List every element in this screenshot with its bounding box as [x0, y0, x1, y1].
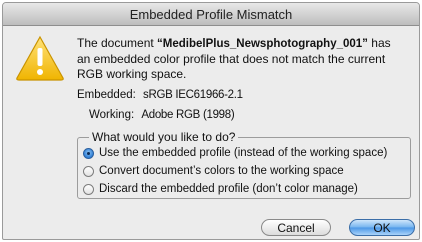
embedded-row: Embedded: sRGB IEC61966-2.1	[77, 89, 243, 101]
working-label: Working:	[89, 109, 135, 121]
option-discard[interactable]: Discard the embedded profile (don’t colo…	[83, 183, 358, 195]
option-label: Discard the embedded profile (don’t colo…	[99, 183, 358, 195]
option-label: Convert document’s colors to the working…	[99, 165, 344, 177]
option-use-embedded[interactable]: Use the embedded profile (instead of the…	[83, 147, 387, 159]
working-row: Working: Adobe RGB (1998)	[89, 109, 235, 121]
radio-selected-icon[interactable]	[83, 147, 94, 159]
option-convert[interactable]: Convert document’s colors to the working…	[83, 165, 344, 177]
document-filename: “MedibelPlus_Newsphotography_001”	[157, 38, 368, 50]
window-title: Embedded Profile Mismatch	[129, 6, 293, 22]
cancel-button[interactable]: Cancel	[261, 219, 331, 236]
embedded-value: sRGB IEC61966-2.1	[143, 89, 243, 101]
embedded-label: Embedded:	[77, 89, 136, 101]
radio-icon[interactable]	[83, 183, 94, 195]
ok-button[interactable]: OK	[349, 219, 415, 236]
warning-icon	[16, 35, 64, 81]
title-bar: Embedded Profile Mismatch	[3, 3, 419, 26]
profile-mismatch-dialog: Embedded Profile Mismatch The document “…	[2, 2, 420, 240]
option-label: Use the embedded profile (instead of the…	[99, 147, 388, 159]
options-legend: What would you like to do?	[89, 130, 239, 144]
radio-icon[interactable]	[83, 165, 94, 177]
message-text: The document “MedibelPlus_Newsphotograph…	[77, 36, 391, 81]
working-value: Adobe RGB (1998)	[141, 109, 235, 121]
